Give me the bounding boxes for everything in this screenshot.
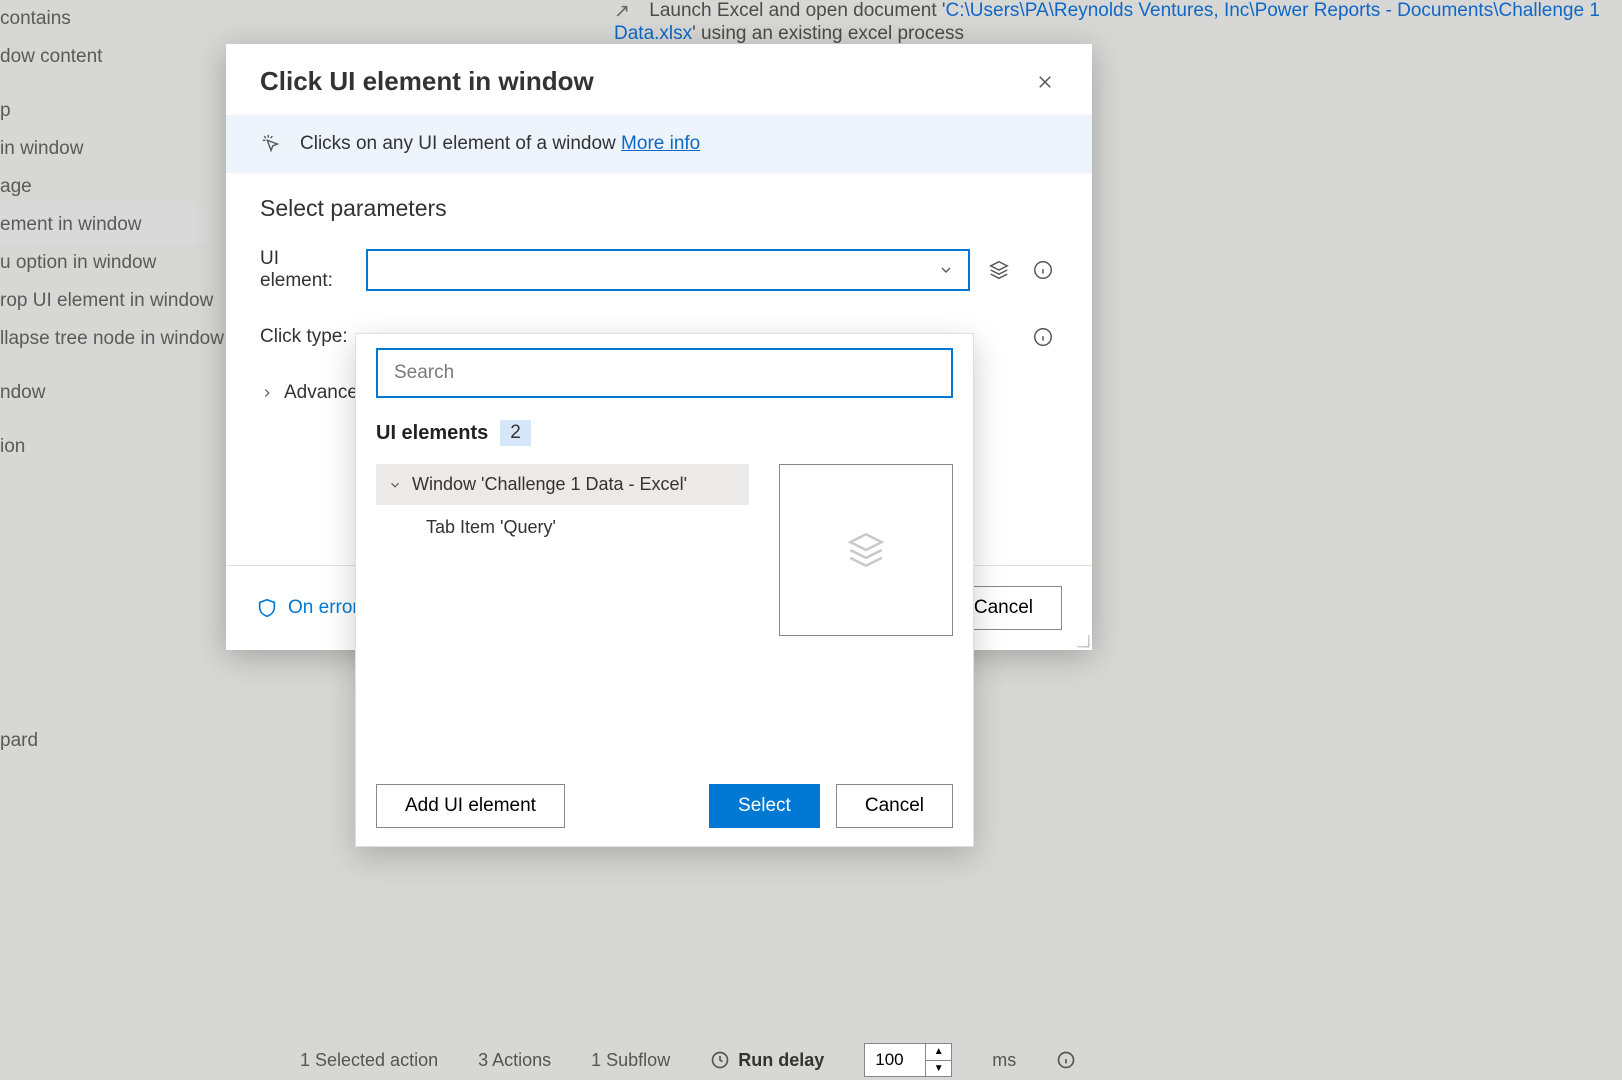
advanced-toggle[interactable]: Advanced — [260, 382, 369, 404]
info-icon — [1032, 259, 1054, 281]
bg-action-description: ↗ Launch Excel and open document 'C:\Use… — [614, 0, 1622, 45]
tree-tab-item-node[interactable]: Tab Item 'Query' — [376, 505, 749, 550]
popover-cancel-button[interactable]: Cancel — [836, 784, 953, 828]
ui-elements-count-badge: 2 — [500, 420, 531, 446]
tree-window-node[interactable]: Window 'Challenge 1 Data - Excel' — [376, 464, 749, 505]
bg-action-list-item[interactable]: p — [0, 92, 210, 130]
shield-icon — [256, 597, 278, 619]
status-actions: 3 Actions — [478, 1050, 551, 1071]
layers-placeholder-icon — [845, 529, 887, 571]
bg-action-list-item[interactable] — [0, 412, 210, 428]
close-icon — [1036, 73, 1054, 91]
ui-elements-heading: UI elements — [376, 422, 488, 445]
add-ui-element-button[interactable]: Add UI element — [376, 784, 565, 828]
bg-action-list-item[interactable]: ndow — [0, 374, 210, 412]
element-preview — [779, 464, 953, 636]
layers-icon — [988, 259, 1010, 281]
status-selected: 1 Selected action — [300, 1050, 438, 1071]
bg-action-list-item[interactable]: rop UI element in window — [0, 282, 210, 320]
bg-action-list-item[interactable]: u option in window — [0, 244, 210, 282]
info-icon — [1032, 326, 1054, 348]
close-button[interactable] — [1028, 69, 1062, 95]
chevron-down-icon — [388, 478, 402, 492]
dialog-title: Click UI element in window — [260, 66, 594, 97]
bg-action-list-item[interactable]: age — [0, 168, 210, 206]
bg-action-list-item[interactable]: contains — [0, 0, 210, 38]
delay-increment-button[interactable]: ▲ — [926, 1044, 951, 1061]
info-button-clicktype[interactable] — [1028, 322, 1058, 352]
run-delay-input[interactable]: ▲ ▼ — [864, 1043, 952, 1077]
params-heading: Select parameters — [260, 195, 1058, 222]
bg-action-list-item[interactable]: dow content — [0, 38, 210, 76]
search-input[interactable] — [376, 348, 953, 398]
bg-action-list-item[interactable] — [0, 358, 210, 374]
delay-decrement-button[interactable]: ▼ — [926, 1061, 951, 1077]
chevron-right-icon — [260, 386, 274, 400]
ui-element-label: UI element: — [260, 248, 352, 292]
bg-action-list-item[interactable] — [0, 76, 210, 92]
run-delay-value[interactable] — [865, 1050, 925, 1070]
ui-element-combo[interactable] — [366, 249, 970, 291]
select-button[interactable]: Select — [709, 784, 820, 828]
on-error-button[interactable]: On error — [256, 597, 359, 619]
run-delay-label: Run delay — [738, 1050, 824, 1071]
info-button[interactable] — [1028, 255, 1058, 285]
chevron-down-icon — [938, 262, 954, 278]
ui-element-picker-popover: UI elements 2 Window 'Challenge 1 Data -… — [355, 333, 974, 847]
bg-action-list-item[interactable]: llapse tree node in window — [0, 320, 210, 358]
more-info-link[interactable]: More info — [621, 133, 700, 154]
bg-lower-item: pard — [0, 730, 38, 752]
banner-text: Clicks on any UI element of a window Mor… — [300, 133, 700, 155]
bg-action-list-item[interactable]: ement in window — [0, 206, 210, 244]
layers-button[interactable] — [984, 255, 1014, 285]
cursor-click-icon — [260, 133, 282, 155]
click-type-label: Click type: — [260, 326, 352, 348]
clock-icon — [710, 1050, 730, 1070]
info-icon[interactable] — [1056, 1050, 1076, 1070]
bg-action-list-item[interactable]: in window — [0, 130, 210, 168]
ms-label: ms — [992, 1050, 1016, 1071]
bg-action-list-item[interactable]: ion — [0, 428, 210, 466]
status-subflows: 1 Subflow — [591, 1050, 670, 1071]
